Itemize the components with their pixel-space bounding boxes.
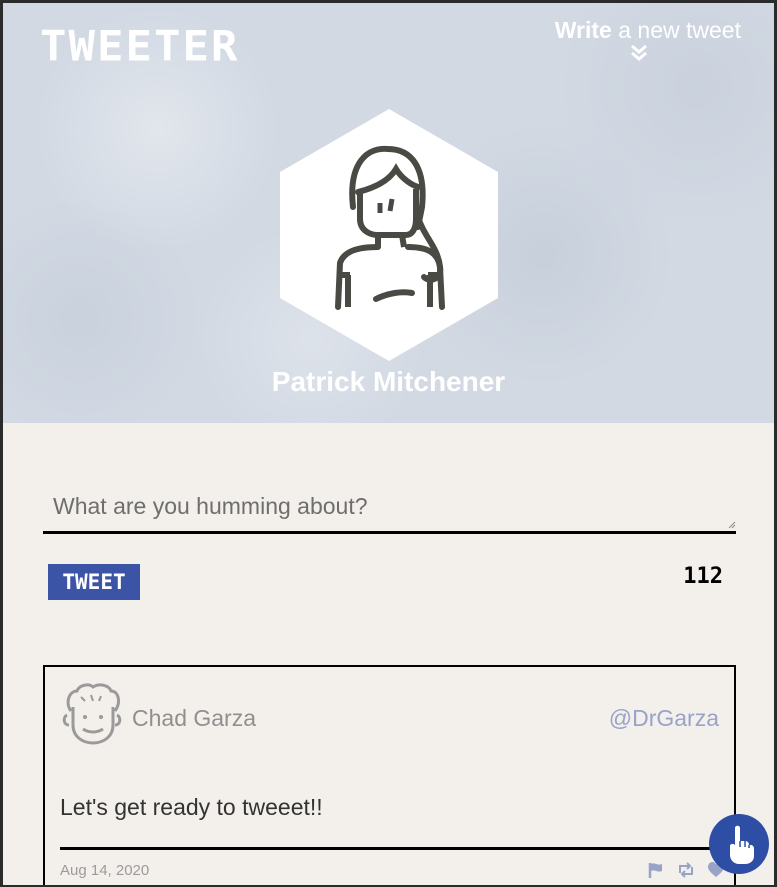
character-counter: 112 (683, 564, 723, 589)
compose-link-rest: a new tweet (611, 17, 741, 43)
profile-display-name: Patrick Mitchener (271, 366, 506, 397)
double-chevron-down-icon[interactable] (629, 43, 649, 63)
tweet-submit-button[interactable]: TWEET (48, 564, 140, 600)
user-avatar (280, 109, 498, 361)
write-new-tweet-link[interactable]: Write a new tweet (541, 17, 741, 44)
tweet-input[interactable] (43, 481, 736, 531)
tweet-card: Chad Garza @DrGarza Let's get ready to t… (43, 665, 736, 885)
floating-action-button[interactable] (709, 814, 769, 874)
tweet-text: Let's get ready to tweeet!! (60, 794, 323, 820)
flag-icon[interactable] (647, 861, 665, 879)
pointing-hand-icon (730, 825, 754, 864)
profile-header: TWEETER Write a new tweet Patrick Mitche… (3, 3, 774, 423)
app-frame: TWEETER Write a new tweet Patrick Mitche… (3, 3, 774, 885)
tweet-author-handle: @DrGarza (608, 705, 719, 731)
brand-logo: TWEETER (40, 22, 240, 71)
retweet-icon[interactable] (677, 861, 695, 879)
tweet-divider (60, 847, 721, 850)
compose-link-bold: Write (554, 17, 612, 43)
author-avatar (62, 683, 122, 745)
tweet-author-name: Chad Garza (132, 705, 257, 731)
resize-grip-icon[interactable] (728, 521, 736, 529)
tweet-composer (43, 481, 736, 534)
tweet-date: Aug 14, 2020 (60, 862, 150, 879)
